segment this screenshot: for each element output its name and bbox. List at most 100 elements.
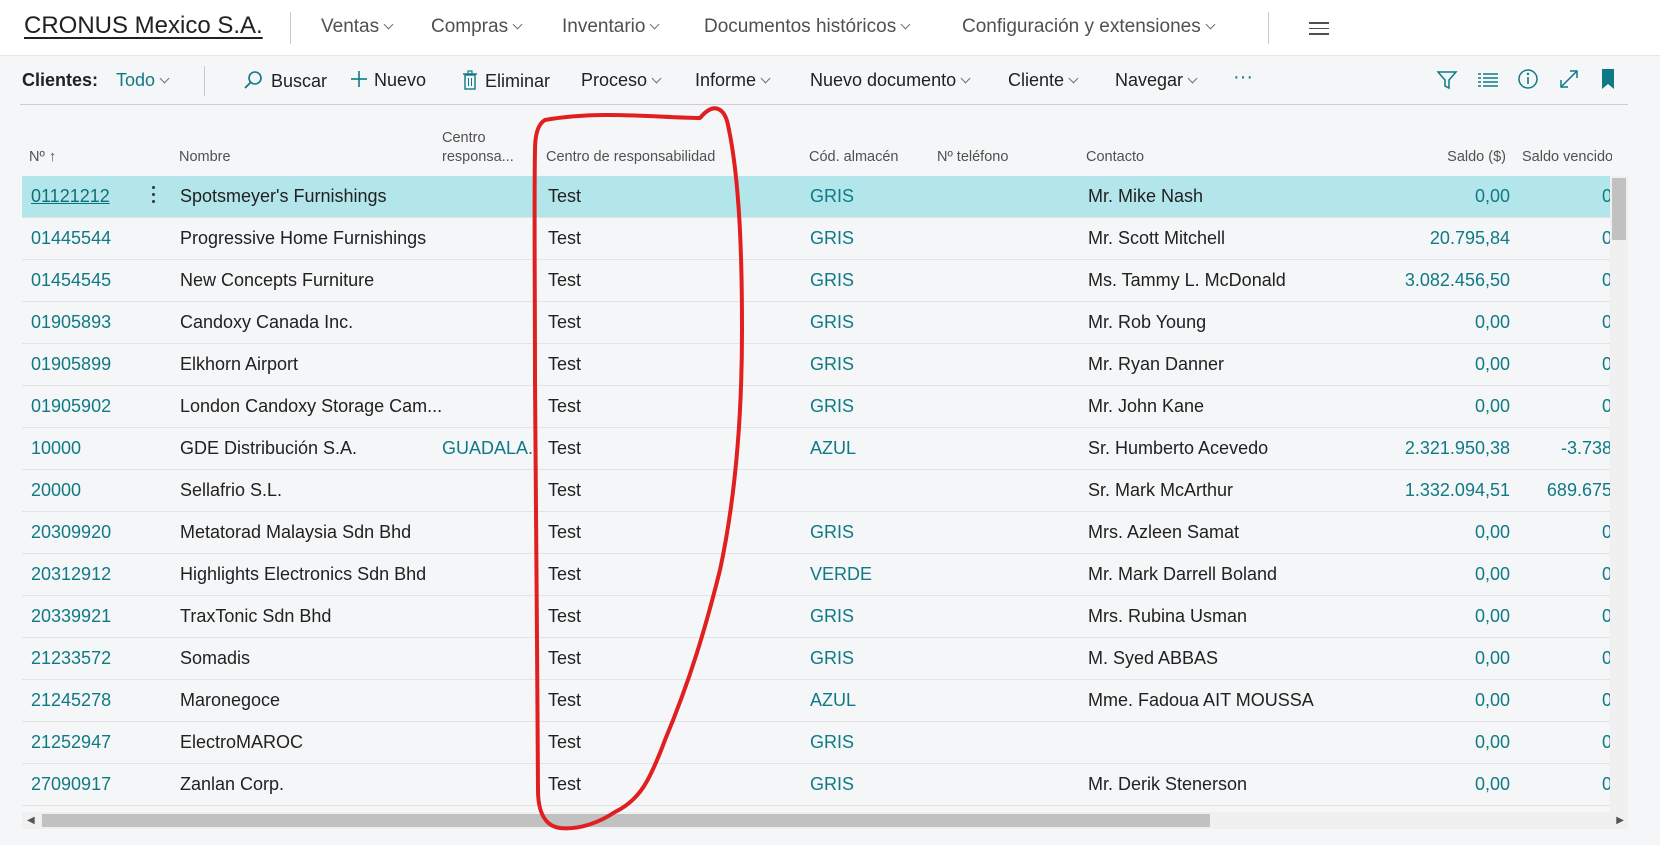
expand-icon[interactable] <box>1558 68 1580 90</box>
report-menu[interactable]: Informe <box>695 70 771 91</box>
table-row[interactable]: 01121212 Spotsmeyer's Furnishings Test GRIS… <box>22 176 1612 218</box>
cell-no[interactable]: 20309920 <box>31 522 111 543</box>
delete-button[interactable]: Eliminar <box>462 70 550 92</box>
scrollbar-thumb[interactable] <box>42 814 1210 827</box>
cell-overdue[interactable]: 0 <box>1522 774 1612 795</box>
new-document-menu[interactable]: Nuevo documento <box>810 70 971 91</box>
cell-no[interactable]: 01905899 <box>31 354 111 375</box>
cell-balance[interactable]: 0,00 <box>1342 396 1510 417</box>
column-header-name[interactable]: Nombre <box>179 148 231 167</box>
cell-location[interactable]: AZUL <box>810 690 856 711</box>
cell-no[interactable]: 27090917 <box>31 774 111 795</box>
cell-overdue[interactable]: 0 <box>1522 648 1612 669</box>
cell-overdue[interactable]: 0 <box>1522 690 1612 711</box>
cell-no[interactable]: 10000 <box>31 438 81 459</box>
cell-location[interactable]: AZUL <box>810 438 856 459</box>
table-row[interactable]: 20312912 Highlights Electronics Sdn Bhd Te… <box>22 554 1612 596</box>
cell-balance[interactable]: 0,00 <box>1342 732 1510 753</box>
cell-balance[interactable]: 0,00 <box>1342 564 1510 585</box>
cell-balance[interactable]: 2.321.950,38 <box>1342 438 1510 459</box>
cell-no[interactable]: 21233572 <box>31 648 111 669</box>
table-row[interactable]: 20309920 Metatorad Malaysia Sdn Bhd Test GR… <box>22 512 1612 554</box>
cell-overdue[interactable]: 0 <box>1522 522 1612 543</box>
cell-location[interactable]: GRIS <box>810 648 854 669</box>
table-row[interactable]: 20000 Sellafrio S.L. Test Sr. Mark McArthur… <box>22 470 1612 512</box>
column-header-location[interactable]: Cód. almacén <box>809 148 898 167</box>
table-row[interactable]: 10000 GDE Distribución S.A. GUADALA... Test… <box>22 428 1612 470</box>
cell-balance[interactable]: 0,00 <box>1342 312 1510 333</box>
column-header-phone[interactable]: Nº teléfono <box>937 148 1008 167</box>
table-row[interactable]: 01905902 London Candoxy Storage Cam... Tes… <box>22 386 1612 428</box>
cell-overdue[interactable]: 0 <box>1522 564 1612 585</box>
cell-balance[interactable]: 20.795,84 <box>1342 228 1510 249</box>
cell-no[interactable]: 01905902 <box>31 396 111 417</box>
cell-balance[interactable]: 0,00 <box>1342 648 1510 669</box>
cell-overdue[interactable]: 0 <box>1522 396 1612 417</box>
info-icon[interactable] <box>1517 68 1539 90</box>
new-button[interactable]: Nuevo <box>350 70 426 91</box>
nav-documentos-historicos[interactable]: Documentos históricos <box>704 16 911 38</box>
nav-inventario[interactable]: Inventario <box>562 16 660 38</box>
table-row[interactable]: 01905899 Elkhorn Airport Test GRIS Mr. Ryan … <box>22 344 1612 386</box>
cell-overdue[interactable]: 0 <box>1522 606 1612 627</box>
cell-overdue[interactable]: 0 <box>1522 270 1612 291</box>
cell-no[interactable]: 01905893 <box>31 312 111 333</box>
cell-no[interactable]: 20000 <box>31 480 81 501</box>
cell-balance[interactable]: 1.332.094,51 <box>1342 480 1510 501</box>
bookmark-icon[interactable] <box>1600 68 1616 90</box>
nav-compras[interactable]: Compras <box>431 16 523 38</box>
scroll-left-icon[interactable]: ◀ <box>27 815 35 826</box>
cell-overdue[interactable]: 0 <box>1522 186 1612 207</box>
cell-resp-short[interactable]: GUADALA... <box>442 438 534 459</box>
list-view-icon[interactable] <box>1477 70 1499 90</box>
table-row[interactable]: 20339921 TraxTonic Sdn Bhd Test GRIS Mrs. Ru… <box>22 596 1612 638</box>
table-row[interactable]: 01454545 New Concepts Furniture Test GRIS Ms… <box>22 260 1612 302</box>
customer-menu[interactable]: Cliente <box>1008 70 1079 91</box>
table-row[interactable]: 21233572 Somadis Test GRIS M. Syed ABBAS 0,00… <box>22 638 1612 680</box>
company-name[interactable]: CRONUS Mexico S.A. <box>24 12 263 40</box>
column-header-no[interactable]: Nº ↑ <box>29 148 56 167</box>
cell-location[interactable]: GRIS <box>810 732 854 753</box>
column-header-contact[interactable]: Contacto <box>1086 148 1144 167</box>
cell-no[interactable]: 01121212 <box>31 186 110 207</box>
nav-configuracion[interactable]: Configuración y extensiones <box>962 16 1216 38</box>
cell-balance[interactable]: 0,00 <box>1342 606 1510 627</box>
cell-location[interactable]: GRIS <box>810 354 854 375</box>
nav-ventas[interactable]: Ventas <box>321 16 394 38</box>
table-row[interactable]: 01905893 Candoxy Canada Inc. Test GRIS Mr. R… <box>22 302 1612 344</box>
cell-balance[interactable]: 0,00 <box>1342 522 1510 543</box>
horizontal-scrollbar[interactable]: ◀ ▶ <box>22 812 1628 829</box>
cell-no[interactable]: 20339921 <box>31 606 111 627</box>
cell-location[interactable]: GRIS <box>810 228 854 249</box>
cell-no[interactable]: 21252947 <box>31 732 111 753</box>
cell-balance[interactable]: 0,00 <box>1342 774 1510 795</box>
cell-location[interactable]: GRIS <box>810 270 854 291</box>
column-header-balance[interactable]: Saldo ($) <box>1426 148 1506 167</box>
cell-no[interactable]: 21245278 <box>31 690 111 711</box>
cell-overdue[interactable]: 0 <box>1522 312 1612 333</box>
column-header-resp-short[interactable]: Centro responsa... <box>442 129 514 167</box>
vertical-scrollbar[interactable] <box>1610 176 1628 816</box>
row-actions-kebab-icon[interactable] <box>150 186 156 206</box>
hamburger-menu-icon[interactable] <box>1309 22 1329 36</box>
cell-location[interactable]: GRIS <box>810 186 854 207</box>
cell-balance[interactable]: 3.082.456,50 <box>1342 270 1510 291</box>
cell-overdue[interactable]: 0 <box>1522 354 1612 375</box>
table-row[interactable]: 27090917 Zanlan Corp. Test GRIS Mr. Derik St… <box>22 764 1612 806</box>
table-row[interactable]: 21245278 Maronegoce Test AZUL Mme. Fadoua AI… <box>22 680 1612 722</box>
navigate-menu[interactable]: Navegar <box>1115 70 1198 91</box>
cell-location[interactable]: GRIS <box>810 312 854 333</box>
filter-icon[interactable] <box>1436 69 1458 91</box>
scrollbar-thumb[interactable] <box>1612 178 1626 240</box>
filter-view-dropdown[interactable]: Todo <box>116 70 170 91</box>
cell-location[interactable]: GRIS <box>810 522 854 543</box>
cell-location[interactable]: GRIS <box>810 774 854 795</box>
more-actions-button[interactable]: ··· <box>1233 66 1253 89</box>
cell-overdue[interactable]: 689.675 <box>1522 480 1612 501</box>
cell-no[interactable]: 01445544 <box>31 228 111 249</box>
table-row[interactable]: 21252947 ElectroMAROC Test GRIS 0,00 0 <box>22 722 1612 764</box>
cell-location[interactable]: VERDE <box>810 564 872 585</box>
cell-no[interactable]: 01454545 <box>31 270 111 291</box>
scroll-right-icon[interactable]: ▶ <box>1616 815 1624 826</box>
cell-overdue[interactable]: -3.738 <box>1522 438 1612 459</box>
